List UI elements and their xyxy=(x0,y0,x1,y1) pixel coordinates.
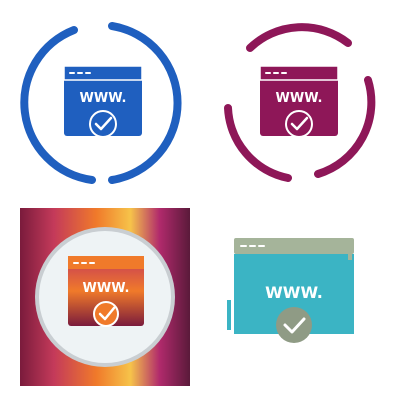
website-check-icon-flat: WWW. xyxy=(227,238,354,343)
url-label: WWW. xyxy=(80,91,127,106)
url-label: WWW. xyxy=(276,91,323,106)
website-check-icon-gradient: WWW. xyxy=(20,208,190,386)
url-label: WWW. xyxy=(265,283,323,302)
website-check-icon-purple: WWW. xyxy=(224,23,376,182)
website-check-icon-blue: WWW. xyxy=(20,22,182,184)
url-label: WWW. xyxy=(83,281,130,296)
